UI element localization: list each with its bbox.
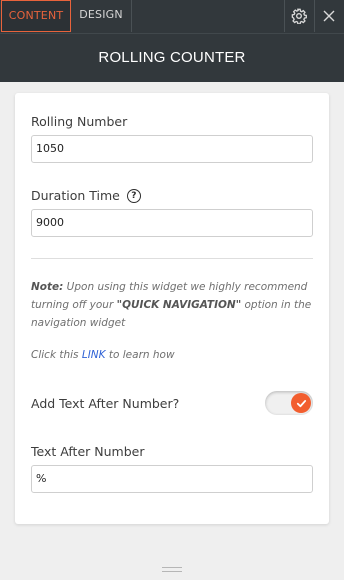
help-icon[interactable]: ? xyxy=(126,188,141,203)
duration-time-input[interactable]: 9000 xyxy=(31,209,313,237)
text-after-number-label: Text After Number xyxy=(31,444,145,459)
learn-before: Click this xyxy=(31,349,82,361)
add-text-after-toggle[interactable] xyxy=(265,391,313,415)
tab-design[interactable]: DESIGN xyxy=(71,0,132,32)
note-prefix: Note: xyxy=(31,281,64,293)
note-text: Note: Upon using this widget we highly r… xyxy=(31,278,315,332)
rolling-number-label: Rolling Number xyxy=(31,114,128,129)
close-icon xyxy=(323,10,335,22)
panel-header: ROLLING COUNTER xyxy=(0,33,344,82)
add-text-after-label: Add Text After Number? xyxy=(31,396,180,411)
divider xyxy=(31,258,313,259)
learn-more-text: Click this LINK to learn how xyxy=(31,346,315,364)
settings-panel: Rolling Number 1050 Duration Time ? 9000… xyxy=(15,93,329,524)
resize-handle[interactable] xyxy=(162,567,182,572)
close-button[interactable] xyxy=(314,0,343,32)
learn-link[interactable]: LINK xyxy=(82,349,106,361)
page-title: ROLLING COUNTER xyxy=(98,49,246,66)
top-toolbar: CONTENT DESIGN xyxy=(0,0,344,33)
note-highlight: "QUICK NAVIGATION" xyxy=(116,299,242,311)
check-icon xyxy=(296,399,306,407)
duration-time-label: Duration Time xyxy=(31,188,120,203)
settings-button[interactable] xyxy=(284,0,313,32)
text-after-number-input[interactable]: % xyxy=(31,465,313,493)
learn-after: to learn how xyxy=(105,349,175,361)
rolling-number-input[interactable]: 1050 xyxy=(31,135,313,163)
tab-content[interactable]: CONTENT xyxy=(1,0,71,32)
duration-time-label-row: Duration Time ? xyxy=(31,188,141,204)
toggle-knob xyxy=(291,393,311,413)
gear-icon xyxy=(291,8,307,24)
